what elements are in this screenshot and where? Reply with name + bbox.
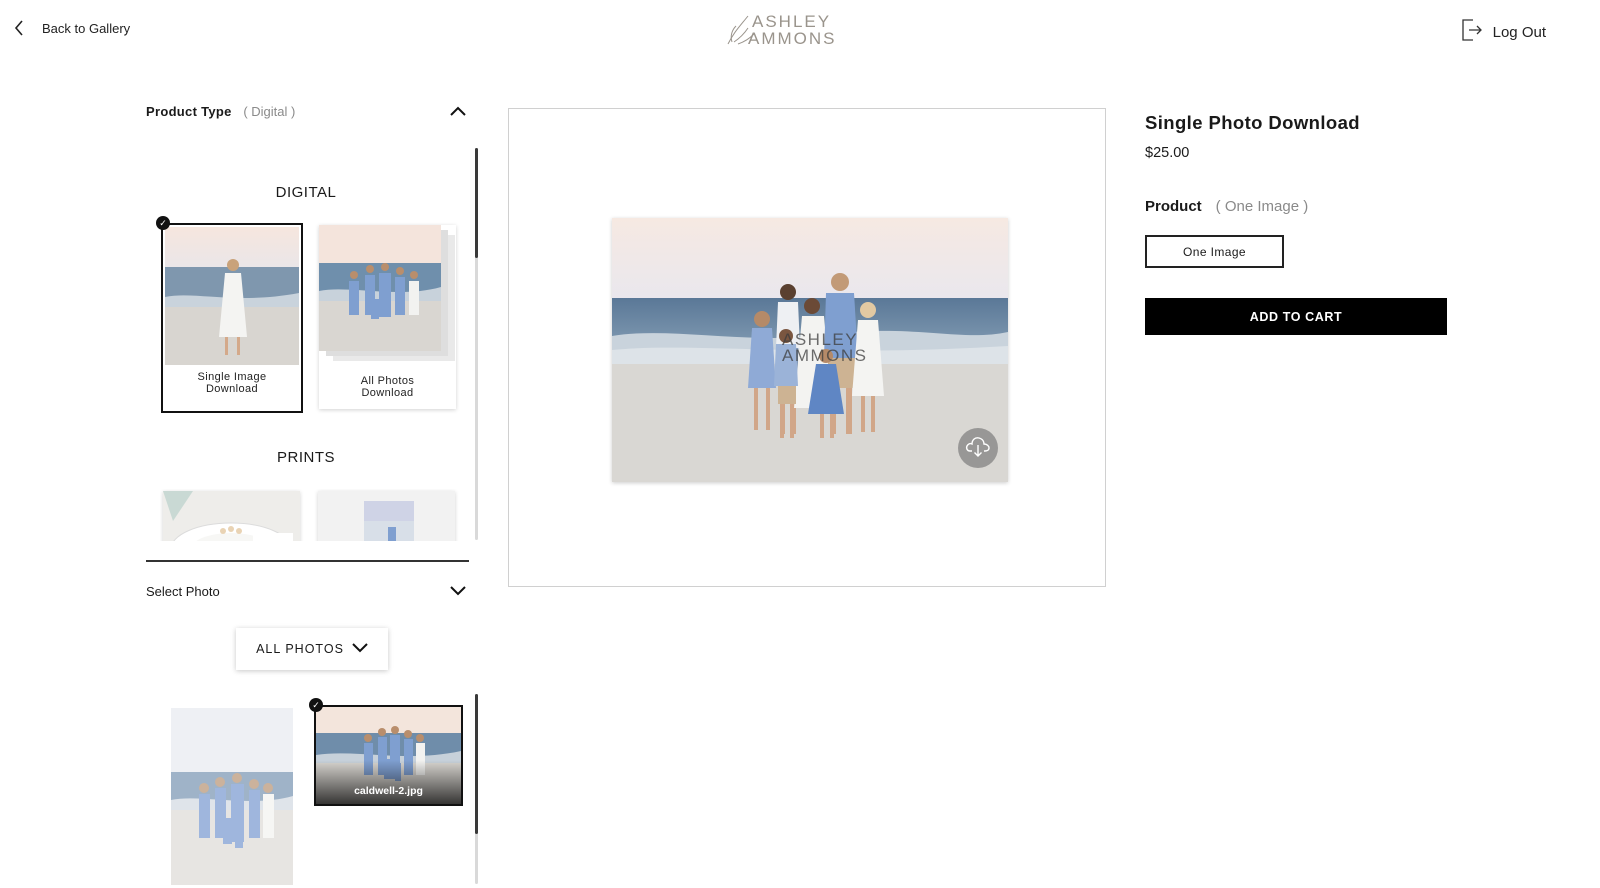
print-card-2[interactable] [318,491,455,541]
log-out-icon [1461,18,1483,46]
photo-scrollbar[interactable] [475,694,478,884]
photo-scrollbar-thumb[interactable] [475,694,478,834]
photo-thumbnail[interactable] [171,708,293,885]
product-preview-frame: ASHLEY AMMONS [508,108,1106,587]
product-type-value: ( Digital ) [243,104,296,119]
chevron-down-icon [352,642,368,656]
all-photos-filter-label: ALL PHOTOS [256,642,344,656]
single-image-label-line1: Single Image [197,371,267,383]
selected-check-icon: ✓ [156,216,170,230]
cloud-download-icon [965,435,991,462]
all-photos-download-card[interactable]: All Photos Download [319,225,456,409]
product-scrollbar[interactable] [475,148,478,540]
add-to-cart-button[interactable]: ADD TO CART [1145,298,1447,335]
section-divider [146,560,469,562]
single-image-download-card[interactable]: Single Image Download [161,223,303,413]
product-type-title: Product Type ( Digital ) [146,104,295,119]
product-scrollbar-thumb[interactable] [475,148,478,258]
single-image-label-line2: Download [205,383,259,395]
log-out-button[interactable]: Log Out [1461,18,1546,46]
ashley-ammons-logo: ASHLEY AMMONS [724,8,864,48]
digital-category-title: DIGITAL [275,184,337,201]
all-photos-label: All Photos Download [319,375,456,399]
all-photos-label-line1: All Photos [360,375,415,387]
chevron-up-icon [450,104,466,119]
one-image-option-button[interactable]: One Image [1145,235,1284,268]
preview-watermark: ASHLEY AMMONS [782,331,868,365]
chevron-left-icon [14,20,24,36]
prints-cards-row [160,489,470,541]
print-card-1[interactable] [163,491,300,541]
product-type-label: Product Type [146,104,232,119]
product-option-header: Product ( One Image ) [1145,198,1308,215]
watermark-line2: AMMONS [782,346,868,365]
back-to-gallery-link[interactable]: Back to Gallery [14,20,130,36]
product-option-value: ( One Image ) [1215,198,1309,215]
chevron-down-icon [450,584,466,599]
photo-thumbnail-selected[interactable]: caldwell-2.jpg [314,705,463,806]
log-out-label: Log Out [1492,23,1546,41]
download-cloud-button[interactable] [958,428,998,468]
product-option-label: Product [1145,198,1202,215]
preview-photo: ASHLEY AMMONS [612,218,1008,482]
select-photo-header[interactable]: Select Photo [146,584,466,599]
photo-filename: caldwell-2.jpg [354,785,423,797]
all-photos-thumbnail [319,225,441,351]
product-type-header[interactable]: Product Type ( Digital ) [146,104,466,119]
single-image-label: Single Image Download [163,371,301,395]
single-image-thumbnail [165,227,299,365]
product-price: $25.00 [1145,145,1190,161]
selected-check-icon: ✓ [309,698,323,712]
prints-category-title: PRINTS [276,449,335,466]
back-label: Back to Gallery [42,20,131,36]
select-photo-label: Select Photo [146,584,220,599]
all-photos-filter-dropdown[interactable]: ALL PHOTOS [236,628,388,670]
svg-text:AMMONS: AMMONS [748,29,837,48]
all-photos-label-line2: Download [361,387,414,399]
product-name: Single Photo Download [1145,112,1360,133]
